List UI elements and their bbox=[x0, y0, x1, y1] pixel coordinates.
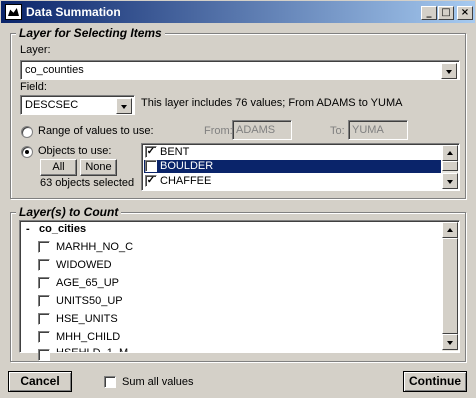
to-label: To: bbox=[330, 125, 345, 137]
field-label: Field: bbox=[20, 81, 47, 93]
app-icon bbox=[5, 4, 22, 20]
field-dropdown-arrow-icon[interactable] bbox=[116, 98, 132, 114]
scroll-thumb[interactable] bbox=[442, 161, 458, 171]
cancel-button[interactable]: Cancel bbox=[8, 371, 72, 392]
field-item: MHH_CHILD bbox=[56, 331, 121, 343]
from-value: ADAMS bbox=[236, 124, 276, 136]
field-item: HSE_UNITS bbox=[56, 313, 118, 325]
count-group-title: Layer(s) to Count bbox=[16, 205, 122, 219]
to-input[interactable]: YUMA bbox=[348, 120, 408, 140]
list-item[interactable]: ✓ CHAFFEE bbox=[144, 175, 441, 188]
object-checkbox[interactable]: ✓ bbox=[145, 146, 157, 158]
count-scrollbar[interactable] bbox=[442, 222, 458, 351]
object-label: BOULDER bbox=[160, 160, 214, 172]
none-button[interactable]: None bbox=[80, 159, 117, 176]
sum-all-checkbox[interactable] bbox=[104, 376, 116, 388]
field-item: UNITS50_UP bbox=[56, 295, 123, 307]
from-label: From: bbox=[204, 125, 233, 137]
scroll-down-icon[interactable] bbox=[442, 334, 458, 350]
scroll-thumb[interactable] bbox=[442, 238, 458, 334]
list-item[interactable]: ✓ BENT bbox=[144, 146, 441, 159]
field-item: AGE_65_UP bbox=[56, 277, 119, 289]
object-checkbox[interactable]: ✓ bbox=[145, 175, 157, 187]
object-label: CHAFFEE bbox=[160, 175, 212, 187]
field-checkbox[interactable] bbox=[38, 259, 50, 271]
field-item: MARHH_NO_C bbox=[56, 241, 134, 253]
field-item: HSEHLD_1_M bbox=[56, 347, 128, 352]
scroll-up-icon[interactable] bbox=[442, 145, 458, 161]
range-radio[interactable] bbox=[21, 126, 33, 138]
selecting-group-title: Layer for Selecting Items bbox=[16, 26, 165, 40]
layer-dropdown[interactable]: co_counties bbox=[20, 60, 460, 80]
field-value: DESCSEC bbox=[25, 99, 79, 111]
field-checkbox[interactable] bbox=[38, 295, 50, 307]
field-checkbox[interactable] bbox=[38, 313, 50, 325]
object-checkbox[interactable] bbox=[145, 160, 157, 172]
continue-button[interactable]: Continue bbox=[403, 371, 467, 392]
scroll-down-icon[interactable] bbox=[442, 173, 458, 189]
to-value: YUMA bbox=[352, 124, 384, 136]
list-item[interactable]: BOULDER bbox=[143, 159, 442, 174]
field-info-text: This layer includes 76 values; From ADAM… bbox=[141, 97, 403, 109]
layer-value: co_counties bbox=[25, 64, 84, 76]
field-checkbox[interactable] bbox=[38, 349, 50, 361]
count-tree[interactable]: - co_cities MARHH_NO_C WIDOWED AGE_65_UP… bbox=[19, 220, 460, 361]
scroll-up-icon[interactable] bbox=[442, 222, 458, 238]
field-checkbox[interactable] bbox=[38, 331, 50, 343]
tree-collapse-icon[interactable]: - bbox=[26, 223, 30, 235]
field-checkbox[interactable] bbox=[38, 241, 50, 253]
all-button[interactable]: All bbox=[40, 159, 77, 176]
sum-all-label: Sum all values bbox=[122, 376, 194, 388]
title-bar[interactable]: Data Summation _ □ × bbox=[0, 0, 476, 24]
objects-list[interactable]: ✓ BENT BOULDER ✓ CHAFFEE bbox=[141, 143, 460, 191]
objects-count: 63 objects selected bbox=[40, 177, 135, 189]
field-dropdown[interactable]: DESCSEC bbox=[20, 95, 135, 115]
objects-radio[interactable] bbox=[21, 146, 33, 158]
layer-dropdown-arrow-icon[interactable] bbox=[441, 63, 457, 79]
object-label: BENT bbox=[160, 146, 190, 158]
maximize-button[interactable]: □ bbox=[438, 6, 454, 20]
close-button[interactable]: × bbox=[457, 6, 473, 20]
objects-scrollbar[interactable] bbox=[442, 145, 458, 189]
from-input[interactable]: ADAMS bbox=[232, 120, 292, 140]
layer-label: Layer: bbox=[20, 44, 51, 56]
window-title: Data Summation bbox=[26, 5, 121, 19]
range-label: Range of values to use: bbox=[38, 125, 154, 137]
field-checkbox[interactable] bbox=[38, 277, 50, 289]
tree-header: co_cities bbox=[39, 223, 87, 235]
field-item: WIDOWED bbox=[56, 259, 112, 271]
minimize-button[interactable]: _ bbox=[421, 6, 437, 20]
objects-label: Objects to use: bbox=[38, 145, 112, 157]
